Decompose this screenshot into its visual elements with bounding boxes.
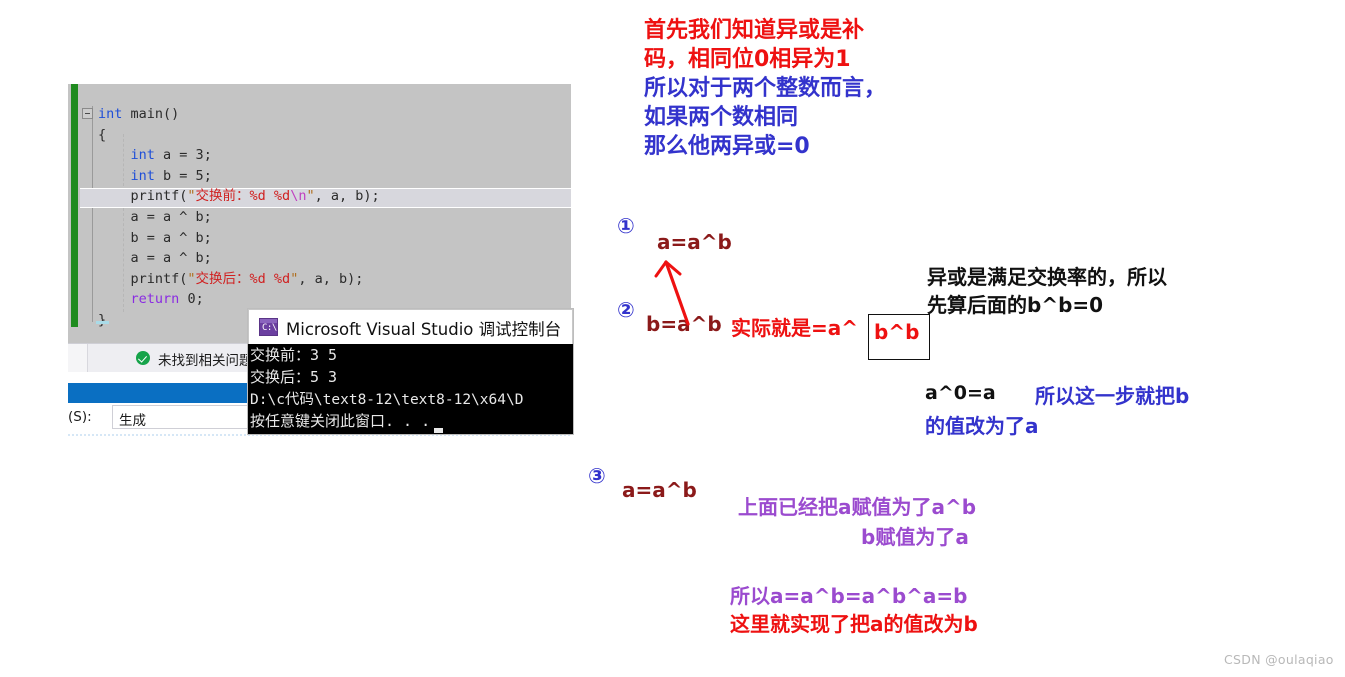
console-line-2: 交换后：5 3: [250, 368, 338, 386]
change-indicator-bar: [71, 84, 78, 327]
annotation-final-red: 这里就实现了把a的值改为b: [730, 612, 978, 636]
code-line-7: b = a ^ b;: [98, 229, 212, 246]
annotation-intro-red: 首先我们知道异或是补 码，相同位0相异为1: [644, 18, 865, 72]
step-3-formula: a=a^b: [622, 478, 697, 502]
boxed-bxorb-text: b^b: [874, 320, 920, 344]
annotation-step-effect: 所以这一步就把b: [1035, 384, 1190, 408]
code-line-1: int main(): [98, 106, 180, 122]
annotation-step-effect-2: 的值改为了a: [925, 414, 1039, 438]
annotation-above-assign-2: b赋值为了a: [861, 525, 969, 549]
output-source-value: 生成: [119, 413, 146, 429]
annotation-final-purple: 所以a=a^b=a^b^a=b: [730, 584, 968, 608]
console-title-bar[interactable]: C:\ Microsoft Visual Studio 调试控制台: [248, 309, 573, 344]
csdn-watermark: CSDN @oulaqiao: [1224, 652, 1334, 667]
console-line-3: D:\c代码\text8-12\text8-12\x64\D: [250, 392, 524, 408]
text-caret: [96, 321, 109, 324]
console-cursor: [434, 428, 443, 433]
collapse-region-icon[interactable]: [82, 108, 93, 119]
console-window-icon: C:\: [259, 318, 278, 336]
console-icon-glyph: C:\: [262, 323, 277, 333]
step-marker-3: ③: [588, 464, 606, 488]
annotation-a-xor-zero: a^0=a: [925, 382, 996, 404]
code-line-5: printf("交换前：%d %d\n", a, b);: [98, 188, 380, 205]
console-line-1: 交换前：3 5: [250, 346, 338, 364]
code-editor-surface[interactable]: int main() { int a = 3; int b = 5; printf…: [68, 84, 571, 343]
code-line-2: {: [98, 126, 107, 143]
annotation-above-assign: 上面已经把a赋值为了a^b: [738, 495, 977, 519]
code-line-6: a = a ^ b;: [98, 208, 212, 225]
console-title-text: Microsoft Visual Studio 调试控制台: [286, 320, 562, 339]
annotation-actual-is: 实际就是=a^: [731, 316, 859, 340]
code-text: int main() { int a = 3; int b = 5; printf…: [98, 104, 380, 331]
code-line-9: printf("交换后：%d %d", a, b);: [98, 270, 364, 287]
console-line-4: 按任意键关闭此窗口. . .: [250, 412, 431, 430]
success-check-icon: [136, 351, 150, 365]
code-line-3: int a = 3;: [130, 147, 212, 164]
panel-tab-edge[interactable]: [68, 344, 88, 373]
output-source-label: (S):: [68, 409, 92, 425]
step-marker-1: ①: [617, 214, 635, 238]
debug-console-window[interactable]: C:\ Microsoft Visual Studio 调试控制台 交换前：3 …: [248, 309, 573, 434]
red-arrow-annotation: [654, 260, 690, 326]
code-line-8: a = a ^ b;: [98, 250, 212, 267]
annotation-commutative: 异或是满足交换率的，所以 先算后面的b^b=0: [927, 265, 1167, 317]
annotation-intro-blue: 所以对于两个整数而言， 如果两个数相同 那么他两异或=0: [644, 76, 887, 159]
no-issues-status-label: 未找到相关问题: [158, 353, 253, 369]
code-line-10: return 0;: [130, 291, 204, 308]
step-marker-2: ②: [617, 298, 635, 322]
indent-rail: [92, 106, 93, 322]
code-line-4: int b = 5;: [130, 167, 212, 184]
console-output-area[interactable]: 交换前：3 5 交换后：5 3 D:\c代码\text8-12\text8-12…: [248, 344, 573, 434]
